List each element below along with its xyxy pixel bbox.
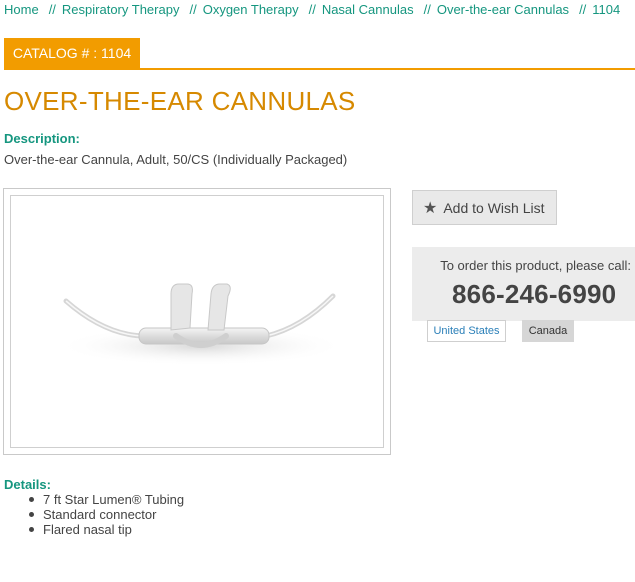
description-label: Description:: [4, 131, 80, 146]
breadcrumb: Home // Respiratory Therapy // Oxygen Therap…: [4, 2, 620, 17]
breadcrumb-separator: //: [48, 2, 56, 17]
description-text: Over-the-ear Cannula, Adult, 50/CS (Indi…: [4, 152, 348, 167]
breadcrumb-separator: //: [423, 2, 431, 17]
order-info-box: To order this product, please call: 866-…: [412, 247, 635, 321]
page-title: OVER-THE-EAR CANNULAS: [4, 86, 356, 116]
breadcrumb-separator: //: [579, 2, 587, 17]
tab-united-states[interactable]: United States: [427, 320, 506, 342]
details-label: Details:: [4, 477, 51, 492]
product-image[interactable]: [10, 195, 384, 448]
breadcrumb-oxygen-therapy[interactable]: Oxygen Therapy: [203, 2, 299, 17]
list-item: 7 ft Star Lumen® Tubing: [28, 492, 185, 507]
phone-number[interactable]: 866-246-6990: [452, 279, 616, 310]
list-item: Standard connector: [28, 507, 184, 522]
list-item: Flared nasal tip: [28, 522, 184, 537]
tab-canada[interactable]: Canada: [522, 320, 574, 342]
catalog-divider: [4, 68, 635, 70]
breadcrumb-current-item[interactable]: 1104: [592, 2, 620, 17]
breadcrumb-home[interactable]: Home: [4, 2, 39, 17]
breadcrumb-respiratory-therapy[interactable]: Respiratory Therapy: [62, 2, 180, 17]
breadcrumb-separator: //: [189, 2, 197, 17]
breadcrumb-over-the-ear-cannulas[interactable]: Over-the-ear Cannulas: [437, 2, 569, 17]
star-icon: ★: [423, 199, 438, 217]
breadcrumb-separator: //: [308, 2, 316, 17]
catalog-number-tab: CATALOG # : 1104: [4, 38, 140, 69]
add-to-wish-list-button[interactable]: ★ Add to Wish List: [412, 190, 557, 225]
breadcrumb-nasal-cannulas[interactable]: Nasal Cannulas: [322, 2, 414, 17]
product-image-frame: [3, 188, 391, 455]
wish-list-label: Add to Wish List: [443, 199, 545, 216]
cannula-illustration: [56, 283, 346, 366]
order-prompt: To order this product, please call:: [440, 258, 631, 273]
details-list: 7 ft Star Lumen® Tubing Standard connect…: [28, 492, 185, 537]
